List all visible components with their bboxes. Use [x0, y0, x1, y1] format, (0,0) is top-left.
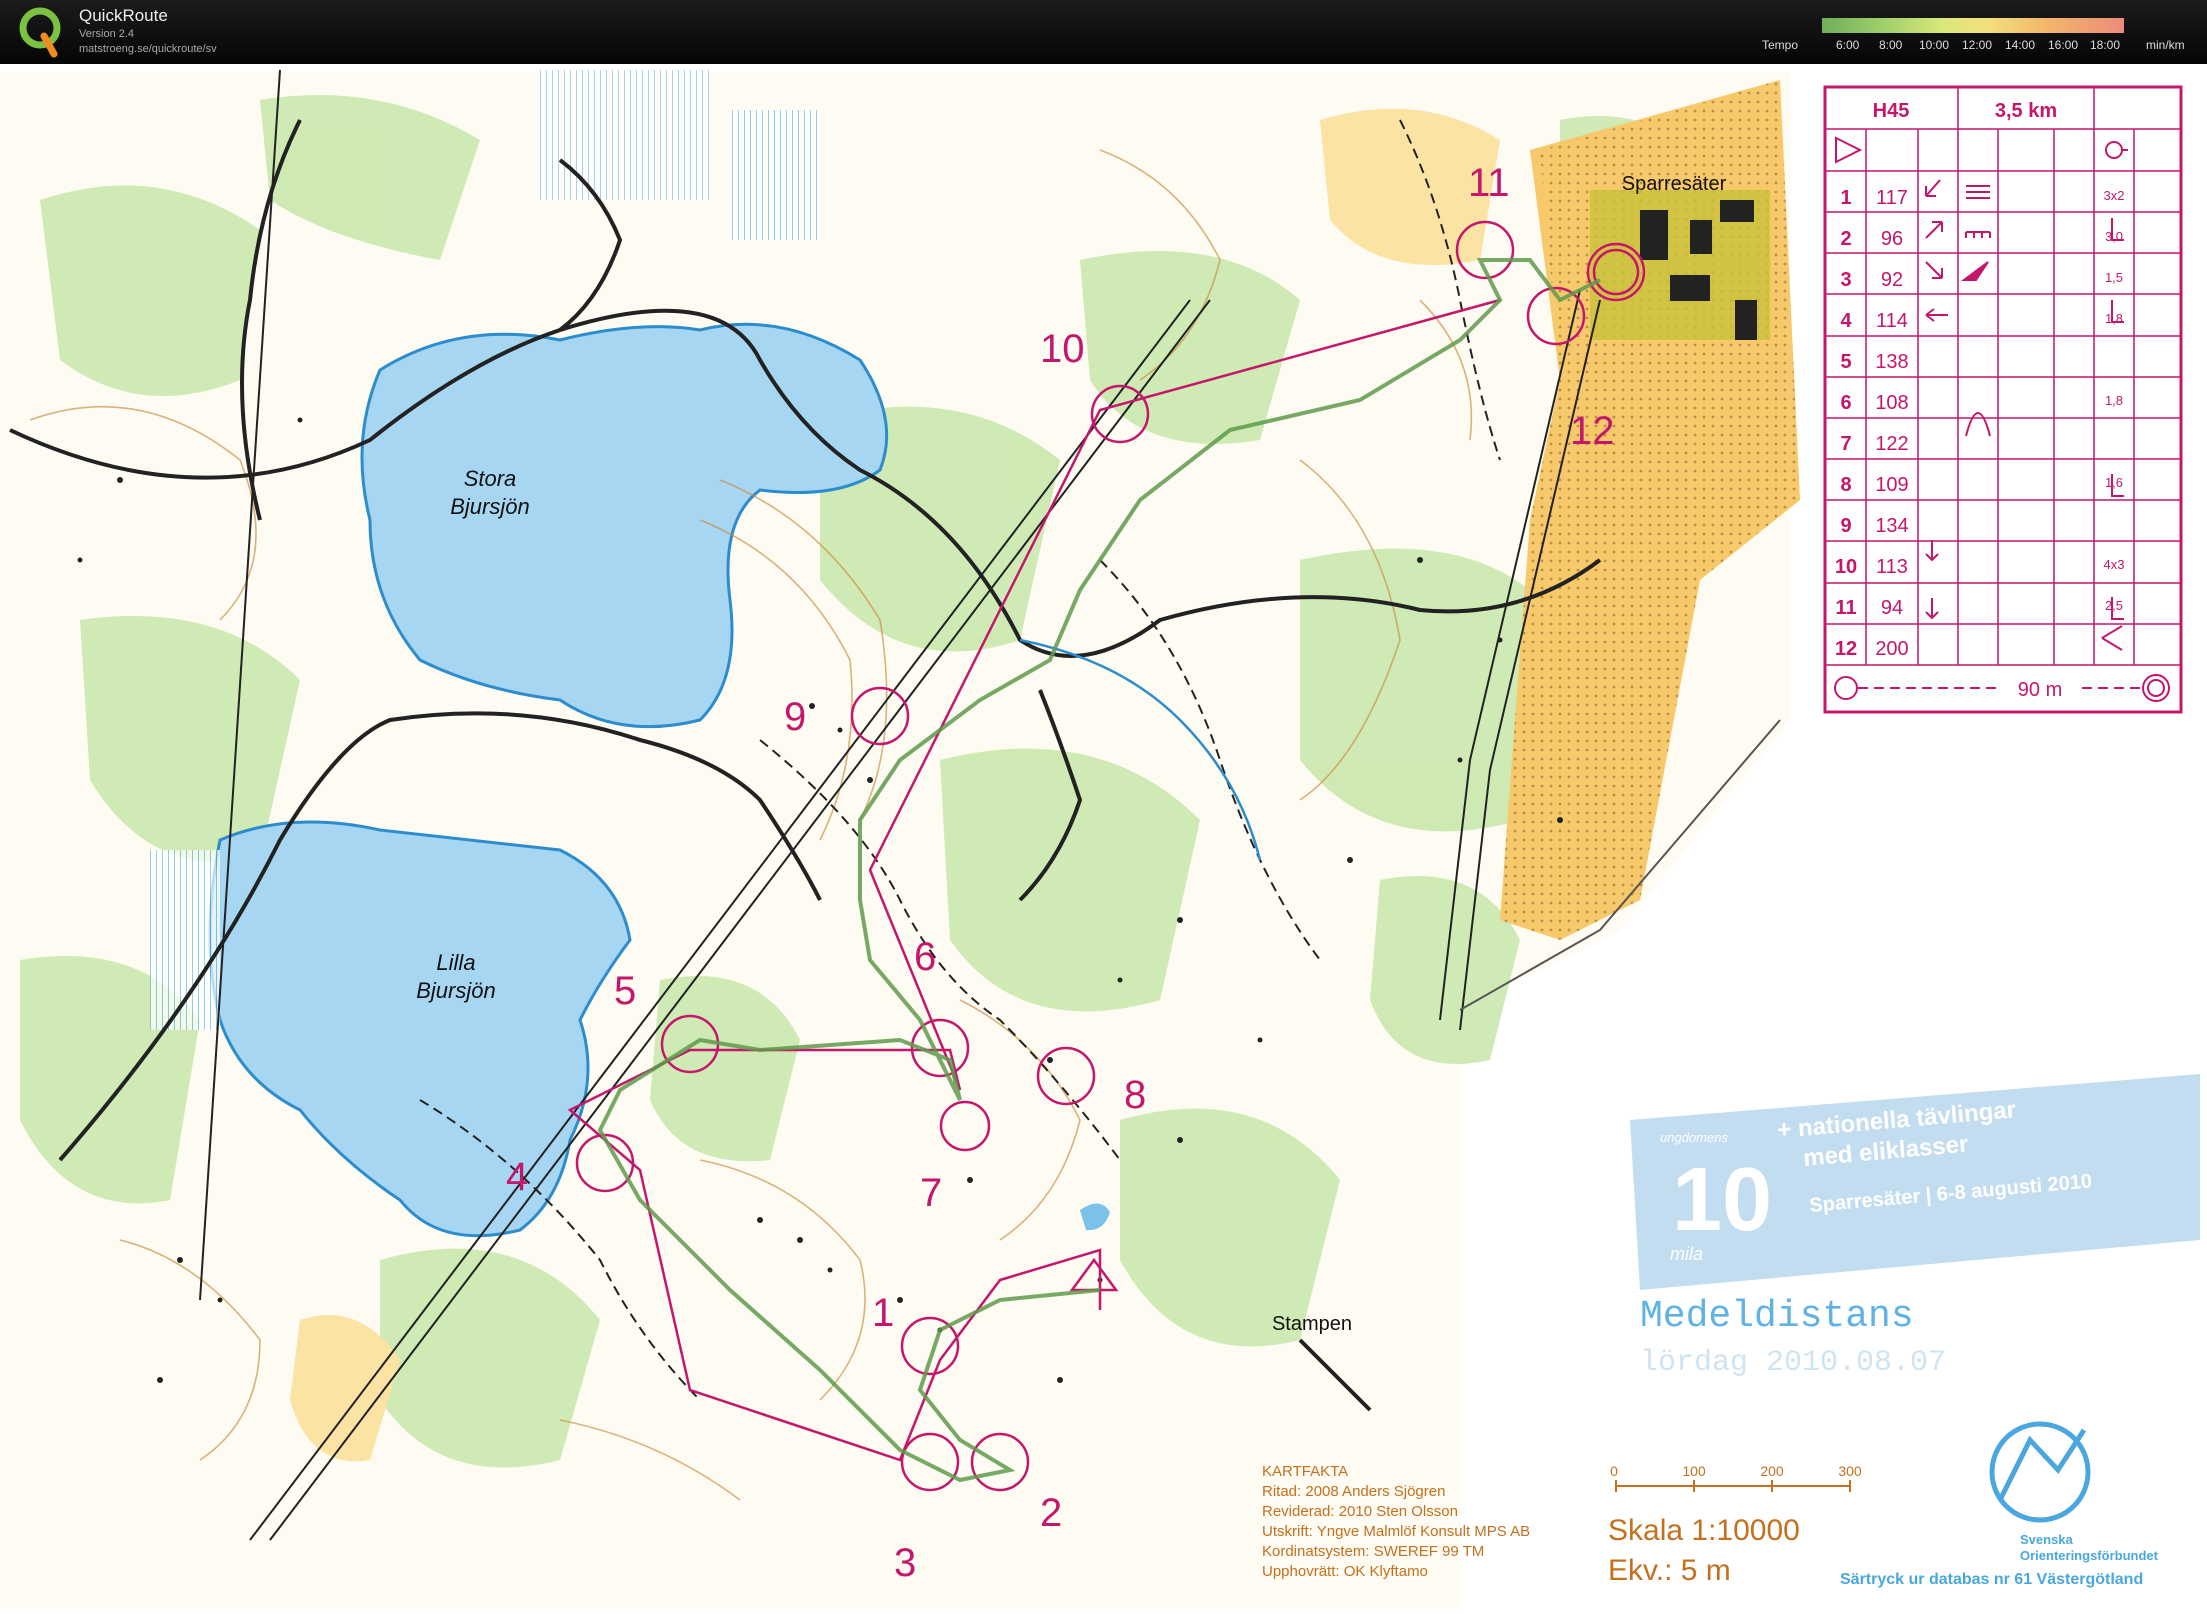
scale-tick: 300 — [1838, 1463, 1862, 1479]
control-row-code: 134 — [1875, 515, 1908, 537]
control-row-code: 117 — [1876, 187, 1908, 209]
kartfakta-line: Reviderad: 2010 Sten Olsson — [1262, 1503, 1458, 1520]
app-version: Version 2.4 — [79, 28, 135, 40]
control-number: 12 — [1570, 409, 1615, 453]
scale-tick: 200 — [1760, 1463, 1784, 1479]
control-row-code: 113 — [1876, 556, 1908, 578]
course-class: H45 — [1873, 100, 1910, 122]
control-number: 3 — [894, 1541, 916, 1585]
banner-logo-text2: mila — [1670, 1244, 1703, 1264]
tempo-tick: 18:00 — [2090, 38, 2121, 52]
control-row-extra: 1,6 — [2105, 475, 2123, 490]
control-row-number: 7 — [1840, 433, 1851, 455]
app-url: matstroeng.se/quickroute/sv — [79, 43, 217, 55]
kartfakta-line: Ritad: 2008 Anders Sjögren — [1262, 1483, 1445, 1500]
control-row-number: 2 — [1840, 228, 1851, 250]
control-row-extra: 1,5 — [2105, 270, 2123, 285]
control-number: 9 — [784, 695, 806, 739]
kartfakta-line: Kordinatsystem: SWEREF 99 TM — [1262, 1543, 1484, 1560]
control-row-code: 138 — [1875, 351, 1908, 373]
reprint-note: Särtryck ur databas nr 61 Västergötland — [1840, 1571, 2143, 1588]
kartfakta-line: Utskrift: Yngve Malmlöf Konsult MPS AB — [1262, 1523, 1530, 1540]
title-bar: QuickRoute Version 2.4 matstroeng.se/qui… — [0, 0, 2207, 64]
control-row-number: 8 — [1840, 474, 1851, 496]
federation-name: Svenska — [2020, 1532, 2074, 1547]
contour-interval-text: Ekv.: 5 m — [1608, 1554, 1731, 1587]
control-number: 7 — [920, 1171, 942, 1215]
tempo-unit: min/km — [2146, 38, 2185, 52]
control-row-number: 6 — [1840, 392, 1851, 414]
control-row-extra: 1,8 — [2105, 311, 2123, 326]
control-number: 2 — [1040, 1491, 1062, 1535]
control-row-code: 94 — [1881, 597, 1903, 619]
quickroute-logo-icon — [19, 7, 61, 58]
control-row-number: 9 — [1840, 515, 1851, 537]
kartfakta-line: Upphovrätt: OK Klyftamo — [1262, 1563, 1428, 1580]
control-number: 11 — [1468, 161, 1510, 205]
marsh-area — [730, 110, 820, 240]
marsh-area — [540, 70, 710, 200]
control-row-number: 4 — [1840, 310, 1852, 332]
control-row-code: 92 — [1881, 269, 1903, 291]
federation-name: Orienteringsförbundet — [2020, 1548, 2159, 1563]
finish-distance: 90 m — [2018, 679, 2062, 701]
control-number: 8 — [1124, 1073, 1146, 1117]
control-row-number: 11 — [1835, 597, 1856, 619]
tempo-tick: 16:00 — [2048, 38, 2079, 52]
control-row-code: 109 — [1875, 474, 1908, 496]
control-row-number: 12 — [1835, 638, 1857, 660]
control-row-code: 96 — [1881, 228, 1903, 250]
tempo-tick: 10:00 — [1919, 38, 1950, 52]
settlement-buildings — [1590, 190, 1770, 340]
event-title: Medeldistans — [1640, 1295, 1914, 1338]
app-title: QuickRoute — [79, 6, 168, 25]
tempo-tick: 12:00 — [1962, 38, 1993, 52]
orienteering-map[interactable]: 1 2 3 4 5 6 7 8 9 10 11 12 Stora Bjursjö… — [0, 64, 2207, 1609]
control-row-code: 108 — [1875, 392, 1908, 414]
control-row-extra: 3x2 — [2104, 188, 2125, 203]
lake-label: Lilla — [436, 950, 475, 975]
banner-logo-number: 10 — [1672, 1150, 1772, 1250]
control-row-code: 114 — [1876, 310, 1908, 332]
event-date: lördag 2010.08.07 — [1640, 1346, 1946, 1380]
control-row-extra: 1,8 — [2105, 393, 2123, 408]
tempo-color-scale — [1822, 18, 2124, 33]
tempo-tick: 6:00 — [1836, 38, 1860, 52]
tempo-tick: 8:00 — [1879, 38, 1903, 52]
banner-logo-text: ungdomens — [1660, 1130, 1728, 1145]
scale-tick: 0 — [1610, 1463, 1618, 1479]
lake-label: Bjursjön — [416, 978, 495, 1003]
control-number: 1 — [872, 1291, 894, 1335]
place-label-sparresater: Sparresäter — [1622, 173, 1727, 195]
course-length: 3,5 km — [1995, 100, 2057, 122]
control-description-table: H45 3,5 km 1 117 3x2 2 96 3,0 3 92 1,5 4… — [1823, 85, 2183, 714]
control-row-number: 5 — [1840, 351, 1851, 373]
kartfakta-heading: KARTFAKTA — [1262, 1463, 1348, 1480]
tempo-label: Tempo — [1762, 38, 1799, 52]
map-canvas[interactable]: 1 2 3 4 5 6 7 8 9 10 11 12 Stora Bjursjö… — [0, 64, 2207, 1609]
scale-text: Skala 1:10000 — [1608, 1514, 1800, 1547]
lake-label: Stora — [464, 466, 517, 491]
control-row-code: 122 — [1875, 433, 1908, 455]
control-number: 6 — [914, 935, 936, 979]
control-row-number: 1 — [1840, 187, 1851, 209]
tempo-tick: 14:00 — [2005, 38, 2036, 52]
control-number: 10 — [1040, 327, 1085, 371]
control-number: 4 — [506, 1155, 528, 1199]
scale-tick: 100 — [1682, 1463, 1706, 1479]
control-row-code: 200 — [1875, 638, 1908, 660]
control-row-extra: 2,5 — [2105, 598, 2123, 613]
lake-label: Bjursjön — [450, 494, 529, 519]
control-row-number: 3 — [1840, 269, 1851, 291]
control-number: 5 — [614, 969, 636, 1013]
place-label-stampen: Stampen — [1272, 1313, 1352, 1335]
control-row-number: 10 — [1835, 556, 1857, 578]
control-row-extra: 3,0 — [2105, 229, 2123, 244]
control-row-extra: 4x3 — [2104, 557, 2125, 572]
